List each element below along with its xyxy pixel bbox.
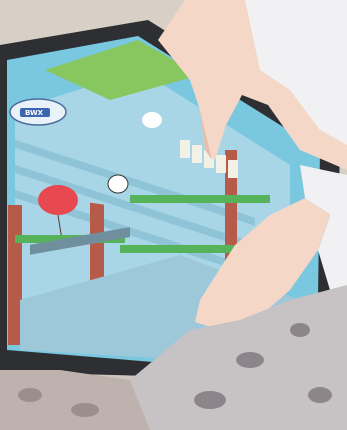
- blimp-label: BWX: [25, 109, 44, 117]
- platform-2: [130, 195, 270, 203]
- character-bird: [107, 174, 129, 194]
- photo-scene: BWX: [0, 0, 347, 430]
- character-ghost: [142, 112, 162, 128]
- brick-column-left: [8, 205, 22, 345]
- red-balloon: [38, 185, 78, 215]
